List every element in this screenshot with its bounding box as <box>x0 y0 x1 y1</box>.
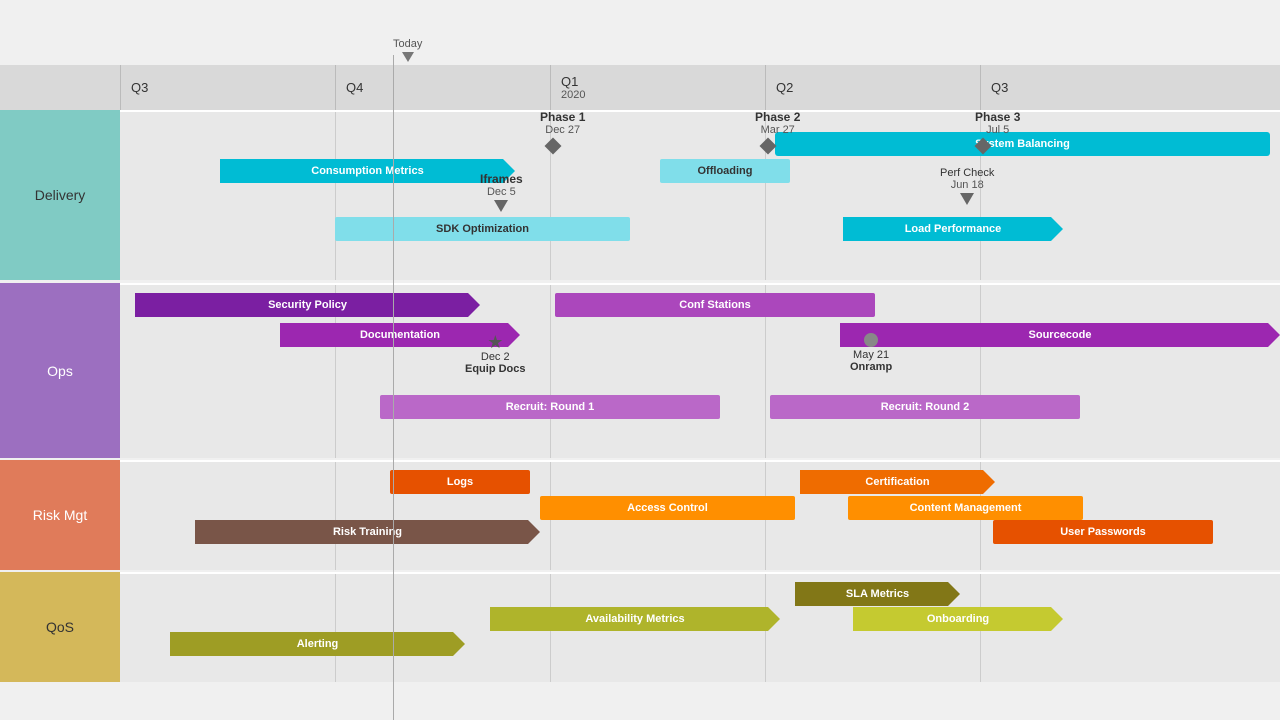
ops-label: Ops <box>0 283 120 458</box>
bar-sdk-optimization-label: SDK Optimization <box>436 223 529 235</box>
q1-label: Q1 <box>561 74 765 89</box>
delivery-label: Delivery <box>0 110 120 280</box>
bar-access-control-label: Access Control <box>627 502 708 514</box>
equip-docs-star-icon: ★ <box>465 333 526 351</box>
header-row: Q3 Q4 Q1 2020 Q2 Q3 <box>0 65 1280 110</box>
bar-logs-label: Logs <box>447 476 473 488</box>
ops-vline-4 <box>980 285 981 458</box>
q3-last-label: Q3 <box>991 80 1280 95</box>
equip-docs-milestone: ★ Dec 2 Equip Docs <box>465 333 526 375</box>
equip-docs-label: Equip Docs <box>465 363 526 375</box>
qos-vline-1 <box>335 574 336 682</box>
bar-security-policy-label: Security Policy <box>268 299 347 311</box>
equip-docs-date: Dec 2 <box>465 351 526 363</box>
bar-conf-stations: Conf Stations <box>555 293 875 317</box>
onramp-milestone: May 21 Onramp <box>850 333 892 373</box>
bar-availability-metrics: Availability Metrics <box>490 607 780 631</box>
vline-3 <box>765 112 766 280</box>
bar-sla-metrics: SLA Metrics <box>795 582 960 606</box>
qos-text: QoS <box>46 619 74 635</box>
bar-recruit-round-1-label: Recruit: Round 1 <box>506 401 595 413</box>
bar-documentation-label: Documentation <box>360 329 440 341</box>
diamond-phase1 <box>545 138 562 155</box>
bar-sourcecode-label: Sourcecode <box>1029 329 1092 341</box>
bar-recruit-round-2-label: Recruit: Round 2 <box>881 401 970 413</box>
bar-content-management-label: Content Management <box>910 502 1022 514</box>
perf-check-arrow-icon <box>960 193 974 205</box>
quarter-q2: Q2 <box>765 65 980 110</box>
quarter-q4: Q4 <box>335 65 550 110</box>
qos-content: SLA Metrics Availability Metrics Onboard… <box>120 572 1280 682</box>
q3-first-label: Q3 <box>131 80 335 95</box>
diamond-phase2 <box>760 138 777 155</box>
q4-label: Q4 <box>346 80 550 95</box>
today-label: Today <box>393 38 422 50</box>
bar-sla-metrics-label: SLA Metrics <box>846 588 909 600</box>
onramp-label: Onramp <box>850 361 892 373</box>
vline-1 <box>335 112 336 280</box>
bar-sourcecode: Sourcecode <box>840 323 1280 347</box>
bar-load-performance-label: Load Performance <box>905 223 1002 235</box>
bar-alerting: Alerting <box>170 632 465 656</box>
iframes-milestone: Iframes Dec 5 <box>480 172 523 212</box>
ops-content: Security Policy Conf Stations Documentat… <box>120 283 1280 458</box>
bar-consumption-metrics: Consumption Metrics <box>220 159 515 183</box>
delivery-text: Delivery <box>35 187 86 203</box>
perf-check-milestone: Perf Check Jun 18 <box>940 167 994 205</box>
bar-logs: Logs <box>390 470 530 494</box>
bar-access-control: Access Control <box>540 496 795 520</box>
bar-user-passwords: User Passwords <box>993 520 1213 544</box>
onramp-date: May 21 <box>850 349 892 361</box>
bar-security-policy: Security Policy <box>135 293 480 317</box>
today-marker: Today <box>393 38 422 62</box>
risk-section: Risk Mgt Logs Certification Access Contr… <box>0 460 1280 570</box>
risk-text: Risk Mgt <box>33 507 87 523</box>
bar-risk-training: Risk Training <box>195 520 540 544</box>
risk-content: Logs Certification Access Control Conten… <box>120 460 1280 570</box>
vline-2 <box>550 112 551 280</box>
perf-check-label: Perf Check <box>940 167 994 179</box>
q1-year: 2020 <box>561 89 765 101</box>
ops-section: Ops Security Policy Conf Stations Docume… <box>0 283 1280 458</box>
bar-certification-label: Certification <box>865 476 929 488</box>
today-line <box>393 55 394 720</box>
bar-certification: Certification <box>800 470 995 494</box>
bar-availability-metrics-label: Availability Metrics <box>585 613 684 625</box>
quarter-q3-last: Q3 <box>980 65 1280 110</box>
ops-vline-2 <box>550 285 551 458</box>
delivery-content: System Balancing Consumption Metrics Off… <box>120 110 1280 280</box>
bar-alerting-label: Alerting <box>297 638 339 650</box>
bar-load-performance: Load Performance <box>843 217 1063 241</box>
gantt-chart: Today Q3 Q4 Q1 2020 Q2 Q3 Phase 1 Dec 27 <box>0 0 1280 720</box>
bar-consumption-metrics-label: Consumption Metrics <box>311 165 423 177</box>
bar-recruit-round-1: Recruit: Round 1 <box>380 395 720 419</box>
bar-conf-stations-label: Conf Stations <box>679 299 751 311</box>
bar-content-management: Content Management <box>848 496 1083 520</box>
qos-section: QoS SLA Metrics Availability Metrics Onb… <box>0 572 1280 682</box>
iframes-arrow-icon <box>494 200 508 212</box>
bar-recruit-round-2: Recruit: Round 2 <box>770 395 1080 419</box>
bar-onboarding: Onboarding <box>853 607 1063 631</box>
bar-system-balancing: System Balancing <box>775 132 1270 156</box>
bar-offloading-label: Offloading <box>698 165 753 177</box>
risk-label: Risk Mgt <box>0 460 120 570</box>
bar-user-passwords-label: User Passwords <box>1060 526 1146 538</box>
risk-vline-1 <box>335 462 336 570</box>
bar-sdk-optimization: SDK Optimization <box>335 217 630 241</box>
perf-check-date: Jun 18 <box>940 179 994 191</box>
q2-label: Q2 <box>776 80 980 95</box>
bar-onboarding-label: Onboarding <box>927 613 989 625</box>
today-arrow-icon <box>402 52 414 62</box>
header-label-spacer <box>0 65 120 110</box>
onramp-circle-icon <box>864 333 878 347</box>
ops-text: Ops <box>47 363 73 379</box>
quarter-q1: Q1 2020 <box>550 65 765 110</box>
qos-label: QoS <box>0 572 120 682</box>
quarter-q3-first: Q3 <box>120 65 335 110</box>
bar-offloading: Offloading <box>660 159 790 183</box>
iframes-label: Iframes <box>480 172 523 186</box>
iframes-date: Dec 5 <box>480 186 523 198</box>
delivery-section: Delivery System Balancing Consumption Me… <box>0 110 1280 280</box>
bar-risk-training-label: Risk Training <box>333 526 402 538</box>
